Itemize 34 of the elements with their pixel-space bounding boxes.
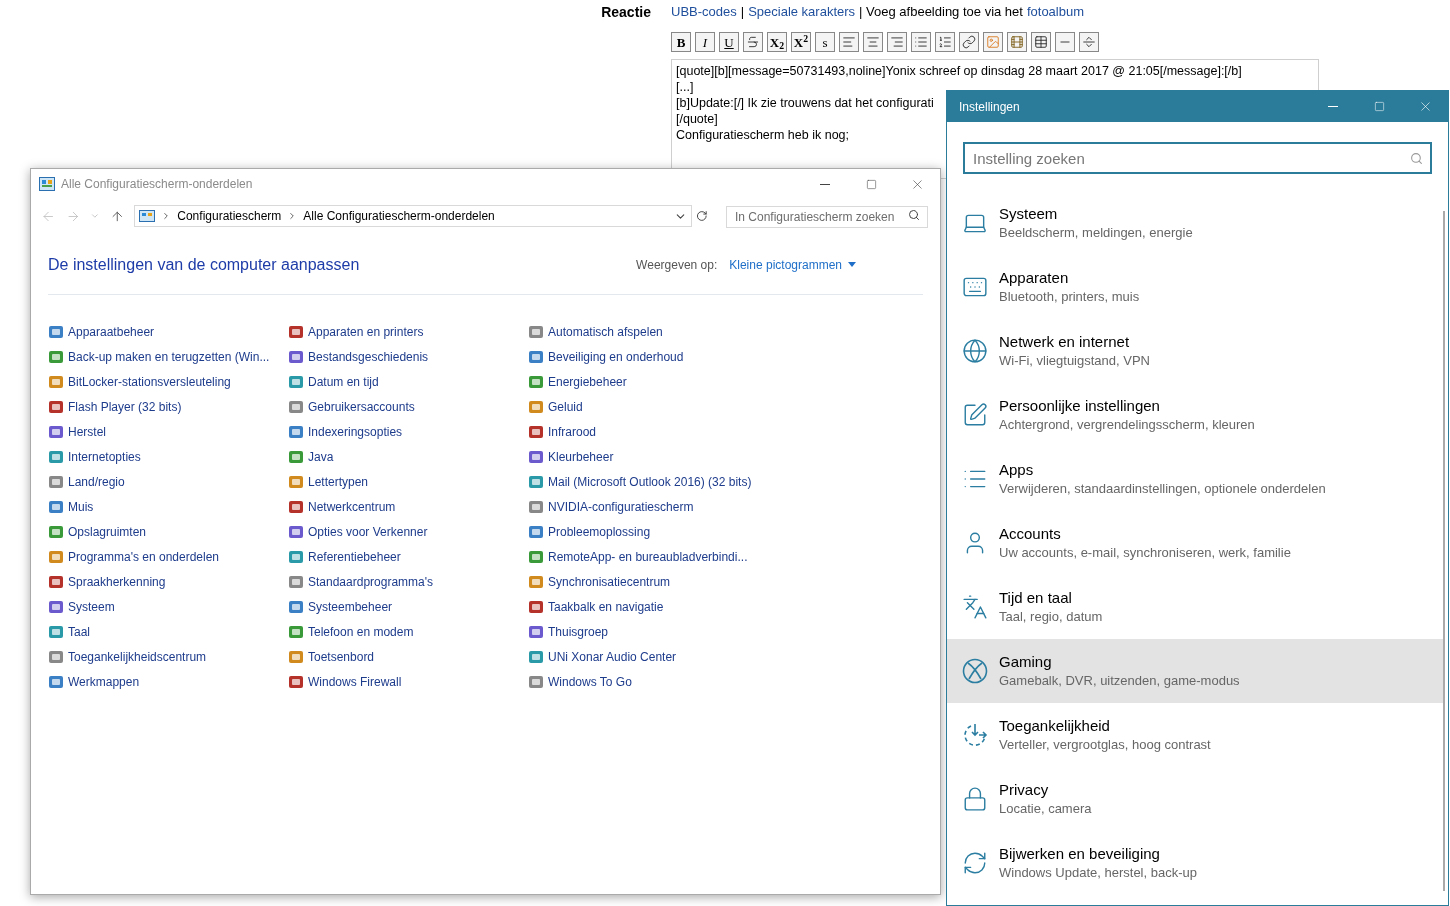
category-subtitle: Wi-Fi, vliegtuigstand, VPN <box>999 352 1150 370</box>
category-subtitle: Bluetooth, printers, muis <box>999 288 1140 306</box>
category-title: Privacy <box>999 780 1050 800</box>
category-subtitle: Windows Update, herstel, back-up <box>999 864 1197 882</box>
category-subtitle: Locatie, camera <box>999 800 1092 818</box>
category-title: Persoonlijke instellingen <box>999 396 1161 416</box>
category-subtitle: Verwijderen, standaardinstellingen, optionele onderdelen <box>999 480 1326 498</box>
category-subtitle: Verteller, vergrootglas, hoog contrast <box>999 736 1211 754</box>
separator-text: | <box>740 4 745 20</box>
category-title: Bijwerken en beveiliging <box>999 844 1161 864</box>
message-line: [b]Update:[/] Ik zie trouwens dat het configurati <box>676 95 934 111</box>
category-title: Accounts <box>999 524 1062 544</box>
message-line: [/quote] <box>676 111 718 127</box>
category-title: Apps <box>999 460 1035 480</box>
page-heading: De instellingen van de computer aanpassen <box>48 254 360 275</box>
category-subtitle: Uw accounts, e-mail, synchroniseren, werk, familie <box>999 544 1291 562</box>
reply-label: Reactie <box>601 4 651 22</box>
category-subtitle: Taal, regio, datum <box>999 608 1103 626</box>
category-title: Tijd en taal <box>999 588 1073 608</box>
category-title: Toegankelijkheid <box>999 716 1111 736</box>
category-title: Systeem <box>999 204 1059 224</box>
category-subtitle: Gamebalk, DVR, uitzenden, game-modus <box>999 672 1240 690</box>
category-title: Netwerk en internet <box>999 332 1131 352</box>
separator-text: | Voeg afbeelding toe via het <box>859 4 1023 20</box>
message-line: [quote][b][message=50731493,noline]Yonix schreef op dinsdag 28 maart 2017 @ 21:05[/message]:[/b] <box>676 63 1242 79</box>
category-title: Gaming <box>999 652 1053 672</box>
view-label: Weergeven op: <box>636 256 718 274</box>
message-line: [...] <box>676 79 694 95</box>
category-subtitle: Achtergrond, vergrendelingsscherm, kleuren <box>999 416 1255 434</box>
window-title: Alle Configuratiescherm-onderdelen <box>61 176 253 193</box>
category-subtitle: Beeldscherm, meldingen, energie <box>999 224 1193 242</box>
window-title: Instellingen <box>959 98 1020 116</box>
message-line: Configuratiescherm heb ik nog; <box>676 127 849 143</box>
category-title: Apparaten <box>999 268 1070 288</box>
